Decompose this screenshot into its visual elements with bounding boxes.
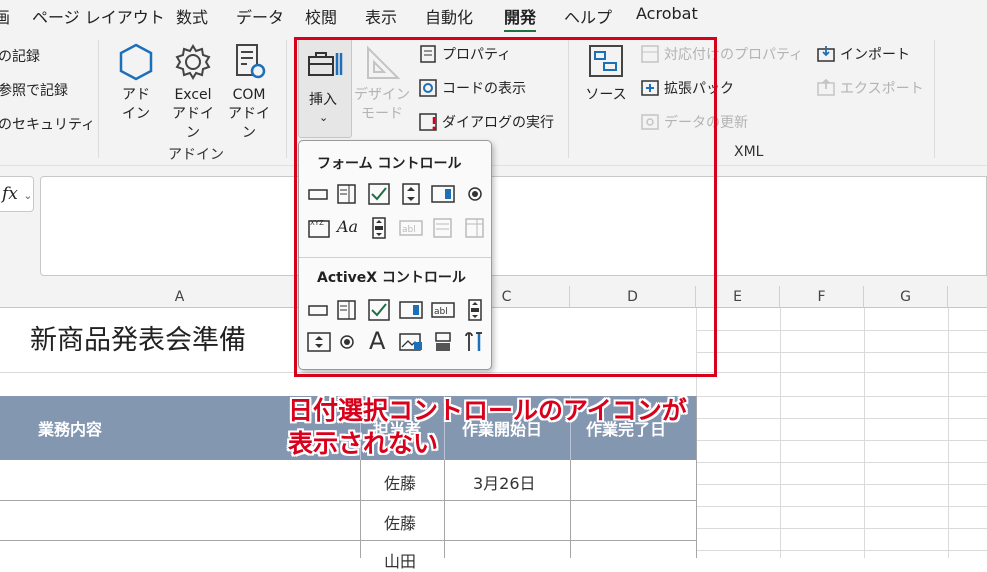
tab-automate[interactable]: 自動化 (425, 4, 473, 28)
table-border (570, 460, 571, 558)
addins-label-2: イン (122, 106, 150, 122)
import-button[interactable]: インポート (816, 44, 910, 64)
cell-start-1[interactable]: 3月26日 (473, 470, 536, 494)
chevron-down-icon: ⌄ (23, 189, 33, 202)
com-settings-icon (236, 44, 266, 79)
tab-formulas[interactable]: 数式 (176, 4, 208, 28)
ribbon-tab-bar: 画 ページ レイアウト 数式 データ 校閲 表示 自動化 開発 ヘルプ Acro… (0, 0, 987, 33)
excel-addins-label: Excel (174, 87, 212, 103)
grid-line (864, 308, 865, 558)
com-addins-label-2: アドイン (228, 106, 270, 141)
table-border (360, 460, 361, 558)
macro-security-button[interactable]: のセキュリティ (0, 114, 95, 134)
tab-data[interactable]: データ (236, 4, 284, 28)
grid-line (696, 330, 987, 331)
grid-line (696, 462, 987, 463)
addins-button[interactable]: アド イン (112, 42, 160, 124)
table-border (444, 460, 445, 558)
addins-group-label: アドイン (168, 147, 224, 163)
gear-icon (175, 44, 211, 80)
tab-acrobat[interactable]: Acrobat (636, 4, 698, 23)
excel-addins-label-2: アドイン (172, 106, 214, 141)
group-separator (98, 40, 99, 158)
grid-line (696, 440, 987, 441)
tab-review[interactable]: 校閲 (305, 4, 337, 28)
highlight-box (294, 37, 717, 377)
tab-page-layout[interactable]: ページ レイアウト (32, 4, 165, 28)
addins-label: アド (122, 87, 150, 103)
grid-line (696, 506, 987, 507)
table-border (0, 540, 696, 541)
cell-person-2[interactable]: 佐藤 (384, 510, 416, 534)
tab-help[interactable]: ヘルプ (564, 4, 612, 28)
excel-addins-button[interactable]: Excel アドイン (166, 42, 220, 143)
header-task[interactable]: 業務内容 (38, 416, 102, 440)
grid-line (696, 550, 987, 551)
column-header-f[interactable]: F (780, 286, 864, 308)
tab-view[interactable]: 表示 (365, 4, 397, 28)
grid-line (696, 352, 987, 353)
fx-label: fx (2, 184, 18, 204)
relative-reference-button[interactable]: 参照で記録 (0, 80, 68, 100)
tab-developer[interactable]: 開発 (504, 4, 537, 33)
com-addins-button[interactable]: COM アドイン (222, 42, 276, 143)
cell-person-1[interactable]: 佐藤 (384, 470, 416, 494)
import-icon (817, 46, 835, 62)
annotation-line-2: 表示されない (288, 429, 439, 458)
export-icon (817, 78, 835, 96)
import-label: インポート (840, 47, 910, 63)
table-border (0, 500, 696, 501)
xml-group-label: XML (734, 144, 764, 160)
grid-line (696, 484, 987, 485)
record-macro-button[interactable]: の記録 (0, 46, 40, 66)
export-label: エクスポート (840, 81, 924, 97)
column-header-h[interactable] (948, 286, 987, 308)
sheet-title-cell[interactable]: 新商品発表会準備 (30, 318, 246, 357)
column-header-g[interactable]: G (864, 286, 948, 308)
group-separator (286, 40, 287, 158)
grid-line (780, 308, 781, 558)
cell-person-3[interactable]: 山田 (384, 548, 416, 572)
grid-line (696, 418, 987, 419)
export-button[interactable]: エクスポート (816, 78, 924, 98)
table-border (696, 396, 697, 558)
tab-draw[interactable]: 画 (0, 4, 10, 28)
com-addins-label: COM (232, 87, 266, 103)
annotation-line-1: 日付選択コントロールのアイコンが (288, 396, 687, 425)
insert-function-button[interactable]: fx ⌄ (0, 176, 34, 212)
grid-line (696, 528, 987, 529)
group-separator (934, 40, 935, 158)
grid-line (948, 308, 949, 558)
annotation-text: 日付選択コントロールのアイコンが 表示されない (288, 394, 687, 460)
hexagon-icon (119, 43, 153, 81)
